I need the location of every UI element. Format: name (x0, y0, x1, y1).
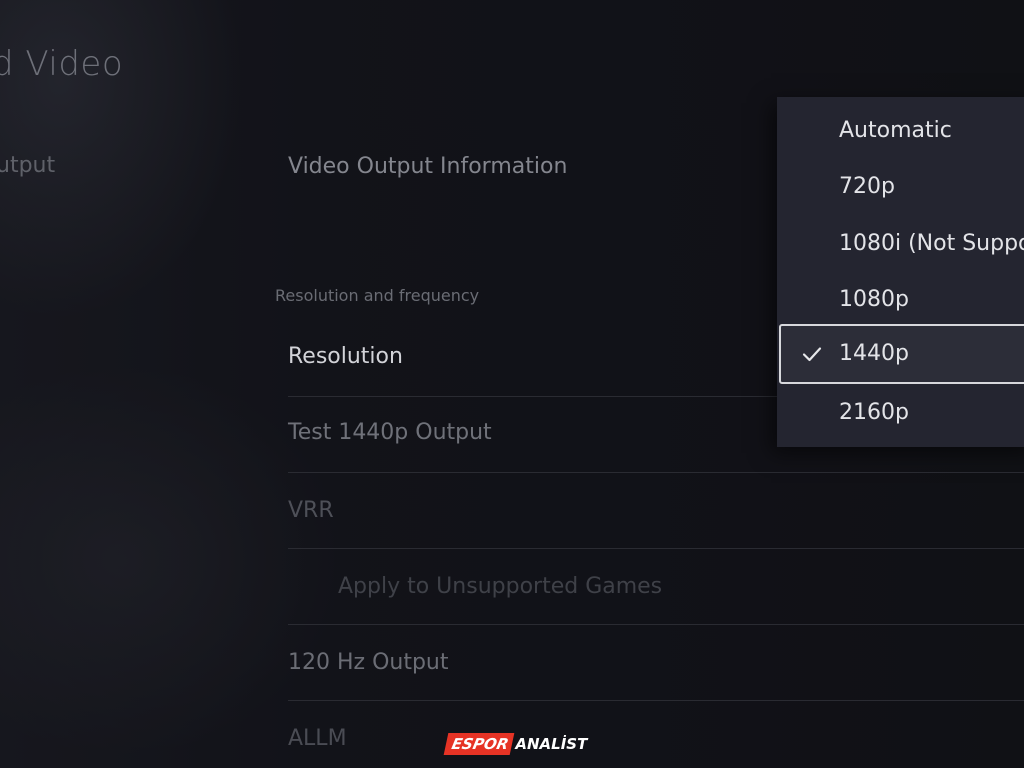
option-label: 1080i (Not Suppor (839, 231, 1024, 256)
video-output-information-item[interactable]: Video Output Information (288, 154, 567, 179)
test-output-label: Test 1440p Output (288, 420, 492, 445)
page-title: d Video (0, 44, 124, 84)
resolution-label: Resolution (288, 344, 403, 369)
logo-part-white: ANALİST (515, 735, 588, 753)
option-1080i[interactable]: 1080i (Not Suppor (777, 215, 1024, 271)
option-720p[interactable]: 720p (777, 158, 1024, 214)
option-1440p[interactable]: 1440p (779, 324, 1024, 384)
option-label: Automatic (839, 118, 952, 143)
option-1080p[interactable]: 1080p (777, 271, 1024, 327)
option-automatic[interactable]: Automatic (777, 102, 1024, 158)
sidebar-item-video-output[interactable]: utput (0, 153, 55, 178)
option-label: 2160p (839, 400, 909, 425)
vrr-label: VRR (288, 498, 334, 523)
section-label-resolution-frequency: Resolution and frequency (275, 286, 480, 305)
allm-label: ALLM (288, 726, 347, 751)
esporanalist-watermark-logo: ESPOR ANALİST (443, 733, 588, 755)
ps5-settings-screen: d Video utput Video Output Information R… (0, 0, 1024, 768)
hz120-output-row[interactable]: 120 Hz Output (288, 624, 1024, 701)
resolution-dropdown: Automatic 720p 1080i (Not Suppor 1080p 1… (777, 97, 1024, 447)
option-label: 1440p (839, 341, 909, 366)
option-label: 720p (839, 174, 895, 199)
check-icon (802, 347, 822, 362)
apply-unsupported-games-label: Apply to Unsupported Games (338, 574, 663, 599)
option-2160p[interactable]: 2160p (777, 384, 1024, 440)
logo-part-red: ESPOR (443, 733, 515, 755)
allm-row[interactable]: ALLM (288, 700, 1024, 768)
hz120-output-label: 120 Hz Output (288, 650, 449, 675)
option-label: 1080p (839, 287, 909, 312)
apply-unsupported-games-row[interactable]: Apply to Unsupported Games (288, 548, 1024, 625)
vrr-row[interactable]: VRR (288, 472, 1024, 549)
